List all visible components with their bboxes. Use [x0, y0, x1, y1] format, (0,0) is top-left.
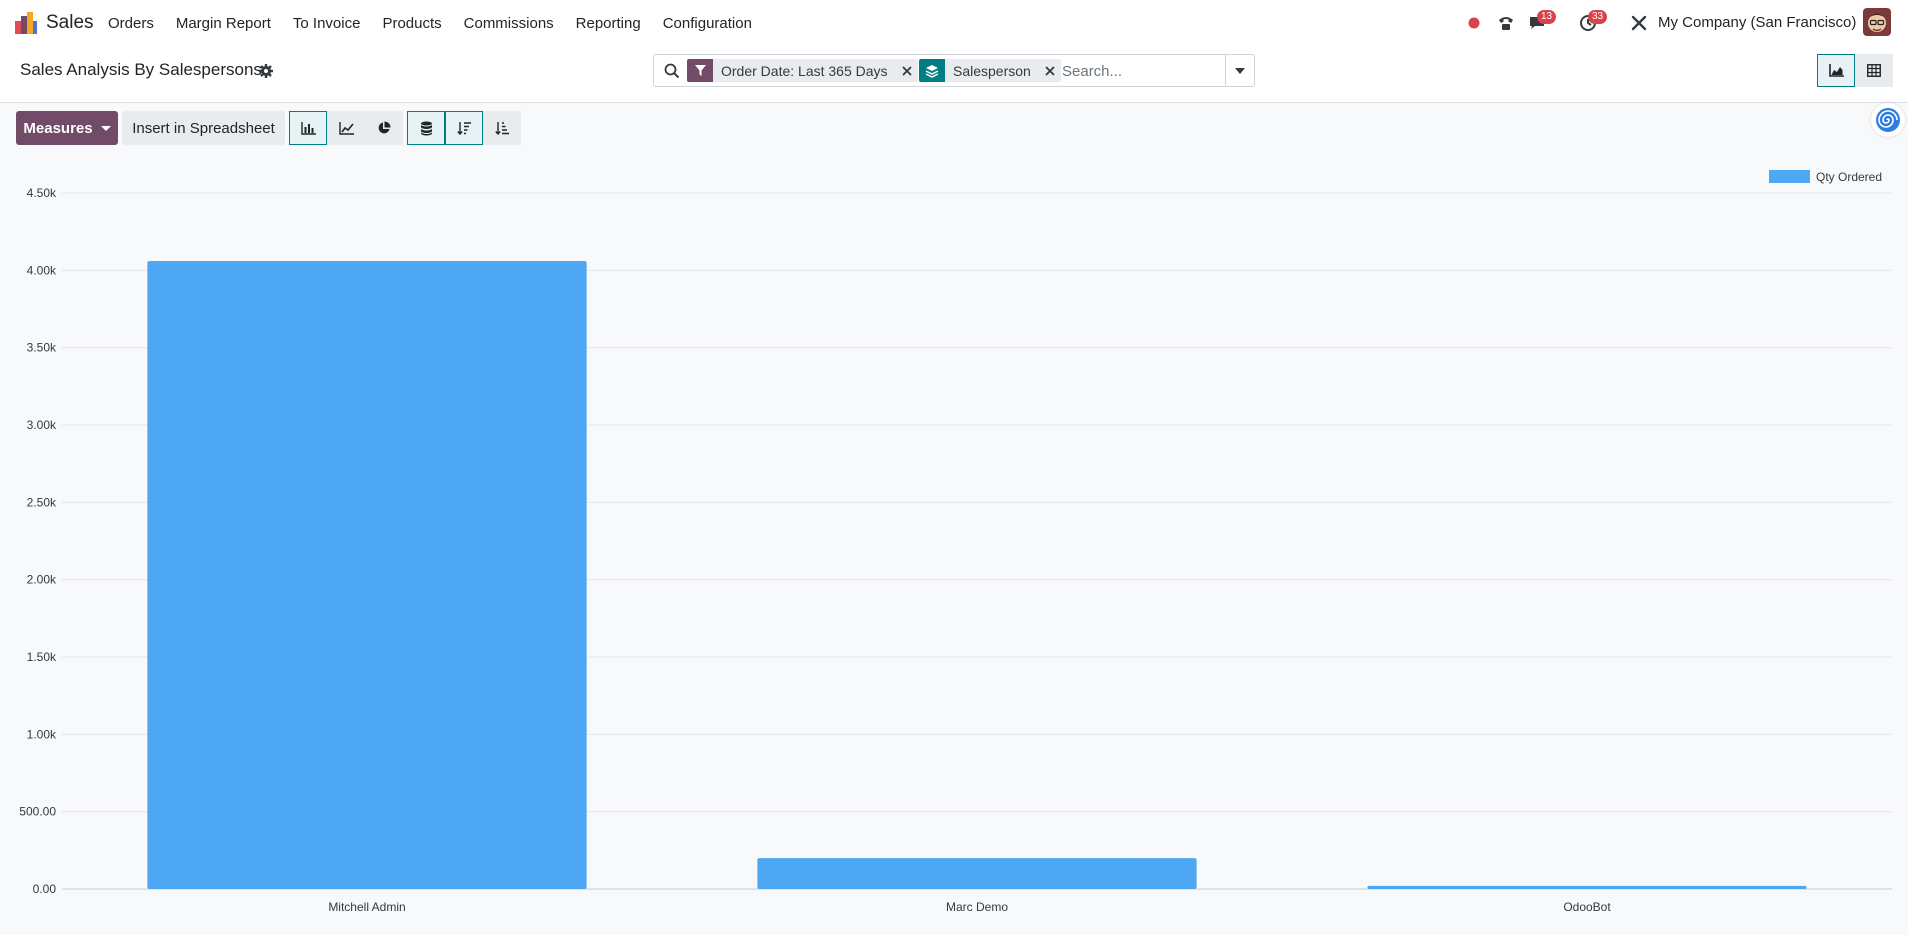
remove-facet-button[interactable] [1039, 59, 1061, 82]
pivot-view-button[interactable] [1855, 54, 1893, 87]
facet-label: Salesperson [953, 62, 1031, 79]
legend-label: Qty Ordered [1816, 170, 1882, 184]
insert-in-spreadsheet-button[interactable]: Insert in Spreadsheet [122, 111, 285, 145]
menu-to-invoice[interactable]: To Invoice [293, 15, 361, 32]
line-chart-icon [338, 121, 354, 135]
close-icon [1045, 65, 1055, 76]
table-icon [1867, 64, 1881, 77]
sort-descending-icon [456, 122, 471, 135]
y-tick-label: 3.00k [27, 418, 57, 432]
messages-badge: 13 [1537, 10, 1557, 24]
y-tick-label: 1.50k [27, 650, 57, 664]
caret-down-icon [1235, 67, 1245, 74]
bar [1367, 885, 1807, 889]
menu-orders[interactable]: Orders [108, 15, 154, 32]
avatar-icon [1863, 8, 1891, 36]
top-navbar: Sales Orders Margin Report To Invoice Pr… [0, 0, 1908, 46]
stacked-group [407, 111, 445, 145]
stacked-button[interactable] [407, 111, 445, 145]
sort-ascending-button[interactable] [483, 111, 521, 145]
search-icon [664, 63, 680, 79]
y-tick-label: 500.00 [19, 805, 56, 819]
y-tick-label: 3.50k [27, 341, 57, 355]
chart-type-group [289, 111, 403, 145]
record-dot-icon [1468, 17, 1480, 29]
main-menu: Orders Margin Report To Invoice Products… [108, 0, 774, 46]
y-tick-label: 1.00k [27, 727, 57, 741]
filter-icon [687, 59, 713, 82]
debug-tools-button[interactable] [1627, 0, 1651, 46]
y-tick-label: 4.50k [27, 186, 57, 200]
caret-down-icon [100, 125, 111, 131]
facet-salesperson: Salesperson [919, 59, 1061, 82]
tools-icon [1631, 15, 1647, 31]
company-switcher[interactable]: My Company (San Francisco) [1658, 14, 1856, 31]
y-tick-label: 0.00 [33, 882, 57, 896]
y-tick-label: 2.50k [27, 495, 57, 509]
insert-in-spreadsheet-label: Insert in Spreadsheet [132, 119, 275, 137]
phone-icon [1499, 17, 1513, 30]
bar [147, 261, 587, 889]
spiral-icon [1876, 108, 1900, 132]
ai-assistant-button[interactable] [1871, 103, 1905, 137]
menu-configuration[interactable]: Configuration [663, 15, 752, 32]
x-tick-label: Mitchell Admin [328, 900, 405, 914]
area-chart-icon [1828, 64, 1844, 77]
control-panel: Sales Analysis By Salespersons Order Dat… [0, 46, 1908, 103]
recording-indicator[interactable] [1464, 0, 1484, 46]
y-tick-label: 2.00k [27, 573, 57, 587]
page-title: Sales Analysis By Salespersons [20, 60, 262, 79]
remove-facet-button[interactable] [896, 59, 918, 82]
measures-label: Measures [23, 119, 93, 137]
legend-swatch [1769, 170, 1810, 183]
search-input[interactable] [1062, 60, 1222, 82]
gear-icon[interactable] [258, 63, 274, 79]
sort-descending-button[interactable] [445, 111, 483, 145]
phone-button[interactable] [1494, 0, 1518, 46]
user-avatar[interactable] [1863, 8, 1891, 36]
facet-label: Order Date: Last 365 Days [721, 62, 888, 79]
group-by-icon [919, 59, 945, 82]
facet-order-date: Order Date: Last 365 Days [687, 59, 918, 82]
menu-margin-report[interactable]: Margin Report [176, 15, 271, 32]
line-chart-button[interactable] [327, 111, 365, 145]
view-switcher [1817, 54, 1893, 87]
x-tick-label: OdooBot [1563, 900, 1611, 914]
sales-app-icon[interactable] [14, 11, 38, 35]
database-icon [420, 121, 432, 135]
y-tick-label: 4.00k [27, 263, 57, 277]
bar-chart-button[interactable] [289, 111, 327, 145]
measures-button[interactable]: Measures [16, 111, 118, 145]
graph-chart: 0.00 500.00 1.00k 1.50k 2.00k 2.50k 3.00k 3.50k… [0, 150, 1908, 935]
pie-chart-icon [378, 121, 391, 134]
close-icon [901, 65, 912, 76]
graph-view-button[interactable] [1817, 54, 1855, 87]
x-tick-label: Marc Demo [946, 900, 1008, 914]
menu-reporting[interactable]: Reporting [576, 15, 641, 32]
sort-ascending-icon [494, 122, 509, 135]
app-name[interactable]: Sales [46, 12, 94, 34]
pie-chart-button[interactable] [365, 111, 403, 145]
activities-badge: 33 [1588, 10, 1608, 24]
sort-group [445, 111, 521, 145]
search-options-toggle[interactable] [1225, 55, 1254, 86]
bar-chart: 0.00 500.00 1.00k 1.50k 2.00k 2.50k 3.00k 3.50k… [19, 170, 1892, 914]
menu-products[interactable]: Products [382, 15, 441, 32]
bar-chart-icon [300, 121, 316, 135]
bar [757, 858, 1197, 889]
menu-commissions[interactable]: Commissions [464, 15, 554, 32]
search-bar: Order Date: Last 365 Days Salesperson [653, 54, 1255, 87]
